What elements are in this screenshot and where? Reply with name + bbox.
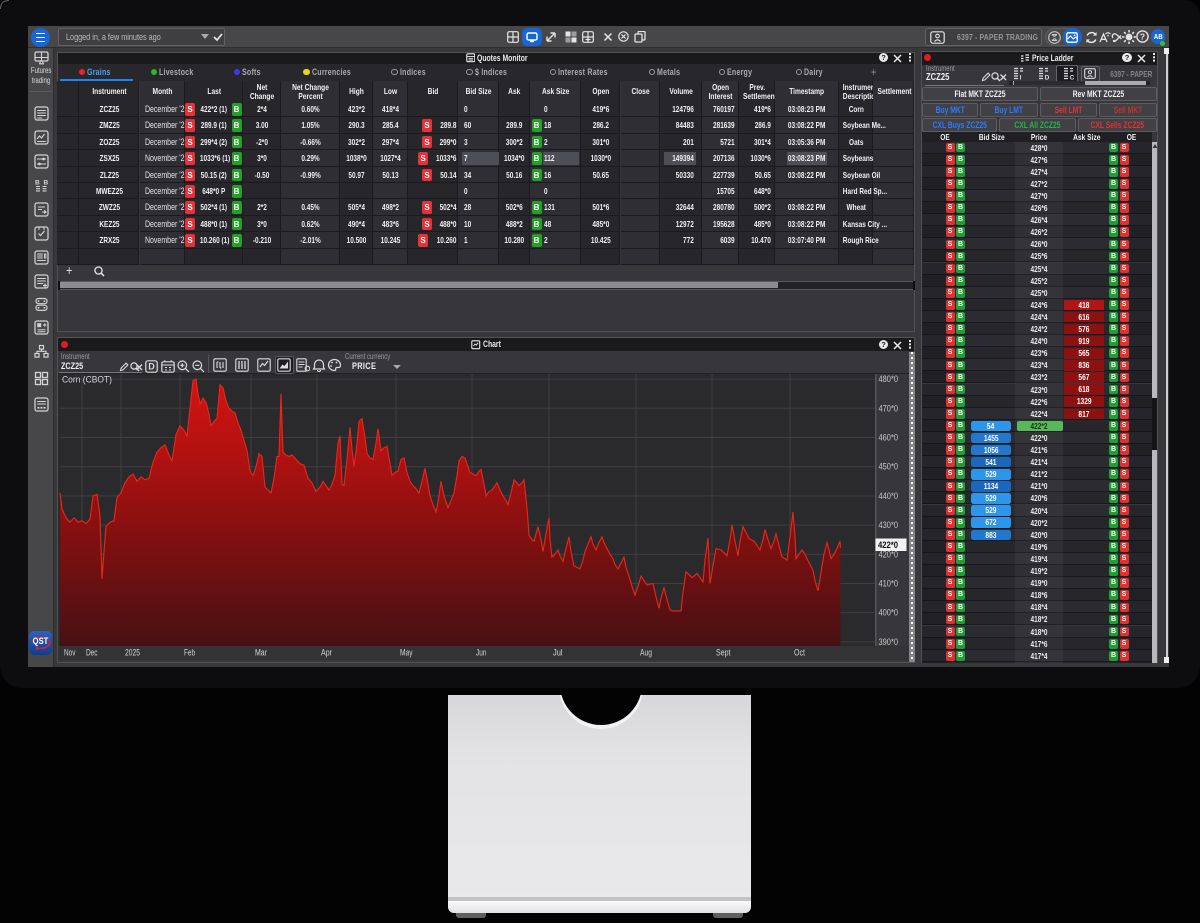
svg-text:Aug: Aug [640,648,652,658]
svg-text:480*0: 480*0 [879,374,899,384]
svg-text:400*0: 400*0 [879,608,899,618]
svg-text:450*0: 450*0 [879,462,899,472]
svg-text:May: May [400,648,413,658]
svg-text:I: I [1020,74,1022,81]
svg-text:Corn (CBOT): Corn (CBOT) [62,375,112,385]
svg-text:440*0: 440*0 [879,491,899,501]
svg-text:D: D [148,361,155,371]
svg-text:2025: 2025 [125,648,140,658]
svg-text:Nov: Nov [64,648,76,658]
svg-text:Jul: Jul [553,648,563,658]
svg-text:?: ? [1140,31,1145,41]
svg-text:B: B [43,179,48,186]
svg-text:Sept: Sept [716,648,731,658]
svg-text:Dec: Dec [86,648,98,658]
svg-text:B: B [35,179,40,186]
svg-text:Oct: Oct [794,648,805,658]
svg-text:390*0: 390*0 [879,637,899,647]
svg-text:410*0: 410*0 [879,579,899,589]
svg-text:Jun: Jun [476,648,487,658]
svg-text:430*0: 430*0 [879,520,899,530]
svg-text:C: C [1069,74,1074,81]
svg-text:Mar: Mar [255,648,267,658]
svg-text:Apr: Apr [321,648,332,658]
svg-text:470*0: 470*0 [879,403,899,413]
svg-text:D: D [1045,74,1050,81]
svg-text:Feb: Feb [184,648,195,658]
svg-text:460*0: 460*0 [879,433,899,443]
svg-text:422*0: 422*0 [878,540,898,550]
